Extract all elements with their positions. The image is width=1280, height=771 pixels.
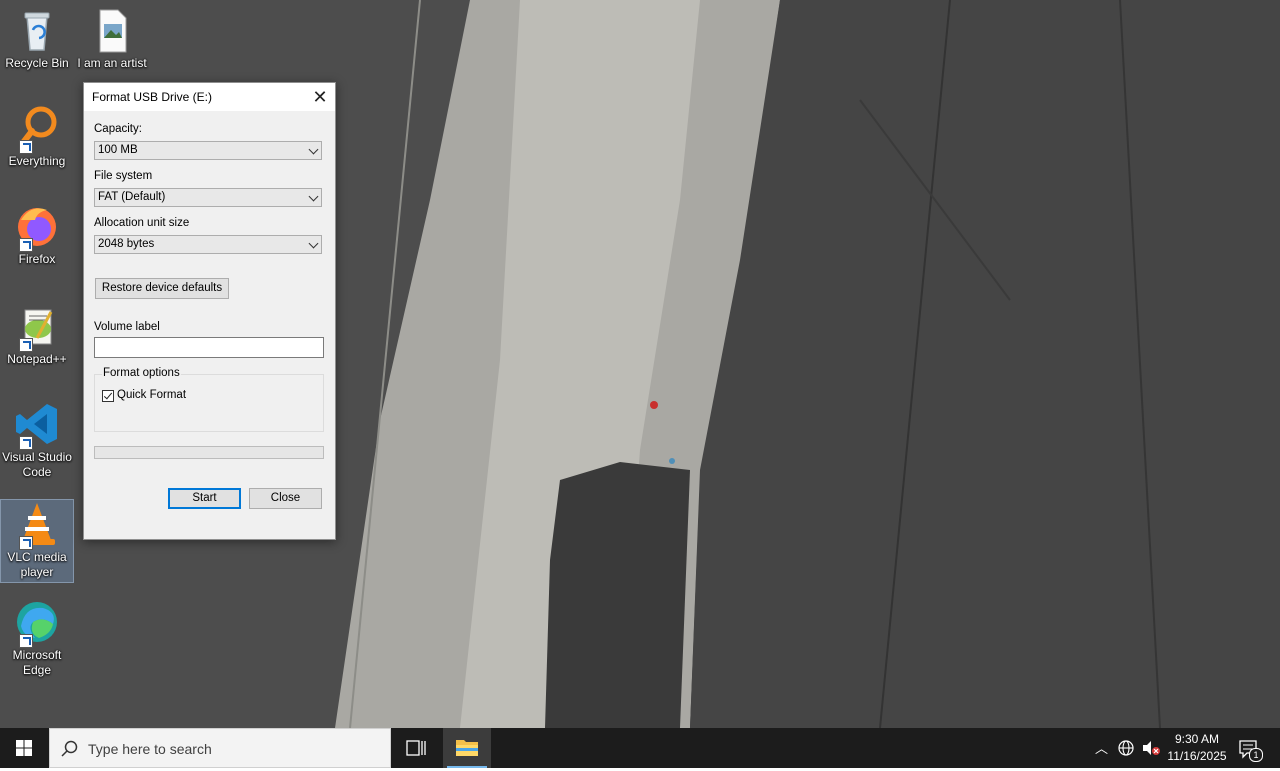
folder-icon xyxy=(456,740,478,756)
notepad-plus-plus-icon xyxy=(13,302,61,352)
desktop-icon-label: Visual Studio Code xyxy=(2,450,72,479)
task-view-button[interactable] xyxy=(392,728,440,768)
search-icon xyxy=(61,740,78,757)
filesystem-dropdown[interactable]: FAT (Default) xyxy=(94,188,322,207)
shortcut-arrow-icon xyxy=(19,338,33,352)
chevron-down-icon xyxy=(308,238,319,249)
file-explorer-taskbar-button[interactable] xyxy=(443,728,491,768)
desktop-icon-firefox[interactable]: Firefox xyxy=(1,202,73,267)
firefox-icon xyxy=(13,202,61,252)
start-button-windows[interactable] xyxy=(0,728,48,768)
shortcut-arrow-icon xyxy=(19,140,33,154)
volume-label-input[interactable] xyxy=(94,337,324,358)
quick-format-label[interactable]: Quick Format xyxy=(117,389,186,401)
chevron-up-icon[interactable]: ︿ xyxy=(1095,738,1108,757)
format-dialog: Format USB Drive (E:) ✕ Capacity: 100 MB… xyxy=(83,82,336,540)
taskbar-search-box[interactable]: Type here to search xyxy=(49,728,391,768)
desktop-icon-vscode[interactable]: Visual Studio Code xyxy=(1,400,73,480)
dialog-titlebar[interactable]: Format USB Drive (E:) ✕ xyxy=(84,83,335,111)
shortcut-arrow-icon xyxy=(19,238,33,252)
task-view-icon xyxy=(406,740,426,756)
vscode-icon xyxy=(13,400,61,450)
desktop-icon-everything[interactable]: Everything xyxy=(1,104,73,169)
notifications-button[interactable]: 1 xyxy=(1236,728,1266,768)
taskbar: Type here to search ︿ 9:30 AM 11/16/2025… xyxy=(0,728,1280,768)
chevron-down-icon xyxy=(308,191,319,202)
everything-search-icon xyxy=(13,104,61,154)
recycle-bin-icon xyxy=(13,6,61,54)
format-options-group: Format options Quick Format xyxy=(94,367,324,432)
image-file-icon xyxy=(88,6,136,54)
network-globe-icon[interactable] xyxy=(1117,739,1135,757)
capacity-value: 100 MB xyxy=(98,144,138,156)
close-icon[interactable]: ✕ xyxy=(305,83,335,111)
windows-logo-icon xyxy=(16,740,32,756)
desktop-icon-label: VLC media player xyxy=(7,550,67,579)
capacity-dropdown[interactable]: 100 MB xyxy=(94,141,322,160)
desktop-icon-label: Recycle Bin xyxy=(5,56,69,70)
close-button[interactable]: Close xyxy=(249,488,322,509)
allocation-dropdown[interactable]: 2048 bytes xyxy=(94,235,322,254)
desktop-icon-edge[interactable]: Microsoft Edge xyxy=(1,598,73,678)
start-button[interactable]: Start xyxy=(168,488,241,509)
desktop-icon-image-file[interactable]: I am an artist xyxy=(76,6,148,71)
chevron-down-icon xyxy=(308,144,319,155)
format-options-label: Format options xyxy=(102,367,181,379)
search-placeholder: Type here to search xyxy=(88,741,212,757)
allocation-value: 2048 bytes xyxy=(98,238,155,250)
shortcut-arrow-icon xyxy=(19,536,33,550)
edge-icon xyxy=(13,598,61,648)
shortcut-arrow-icon xyxy=(19,436,33,450)
filesystem-label: File system xyxy=(94,170,153,182)
clock-date[interactable]: 11/16/2025 xyxy=(1160,749,1234,763)
volume-muted-icon[interactable] xyxy=(1141,739,1161,757)
format-progress-bar xyxy=(94,446,324,459)
desktop-icon-notepad-plus-plus[interactable]: Notepad++ xyxy=(1,302,73,367)
allocation-label: Allocation unit size xyxy=(94,217,190,229)
desktop-icon-label: Everything xyxy=(8,154,66,168)
capacity-label: Capacity: xyxy=(94,123,142,135)
desktop-icon-label: Firefox xyxy=(18,252,56,266)
dialog-title: Format USB Drive (E:) xyxy=(92,90,213,104)
shortcut-arrow-icon xyxy=(19,634,33,648)
restore-defaults-button[interactable]: Restore device defaults xyxy=(95,278,229,299)
volume-label-caption: Volume label xyxy=(94,321,160,333)
desktop-icon-label: Microsoft Edge xyxy=(12,648,62,677)
desktop-icon-vlc[interactable]: VLC media player xyxy=(0,499,74,583)
vlc-icon xyxy=(13,500,61,550)
desktop-icon-label: Notepad++ xyxy=(7,352,67,366)
clock-time[interactable]: 9:30 AM xyxy=(1160,732,1234,746)
notification-count-badge: 1 xyxy=(1249,748,1263,762)
desktop-icon-label: I am an artist xyxy=(77,56,147,70)
quick-format-checkbox[interactable] xyxy=(102,390,114,402)
desktop-icon-recycle-bin[interactable]: Recycle Bin xyxy=(1,6,73,71)
filesystem-value: FAT (Default) xyxy=(98,191,166,203)
